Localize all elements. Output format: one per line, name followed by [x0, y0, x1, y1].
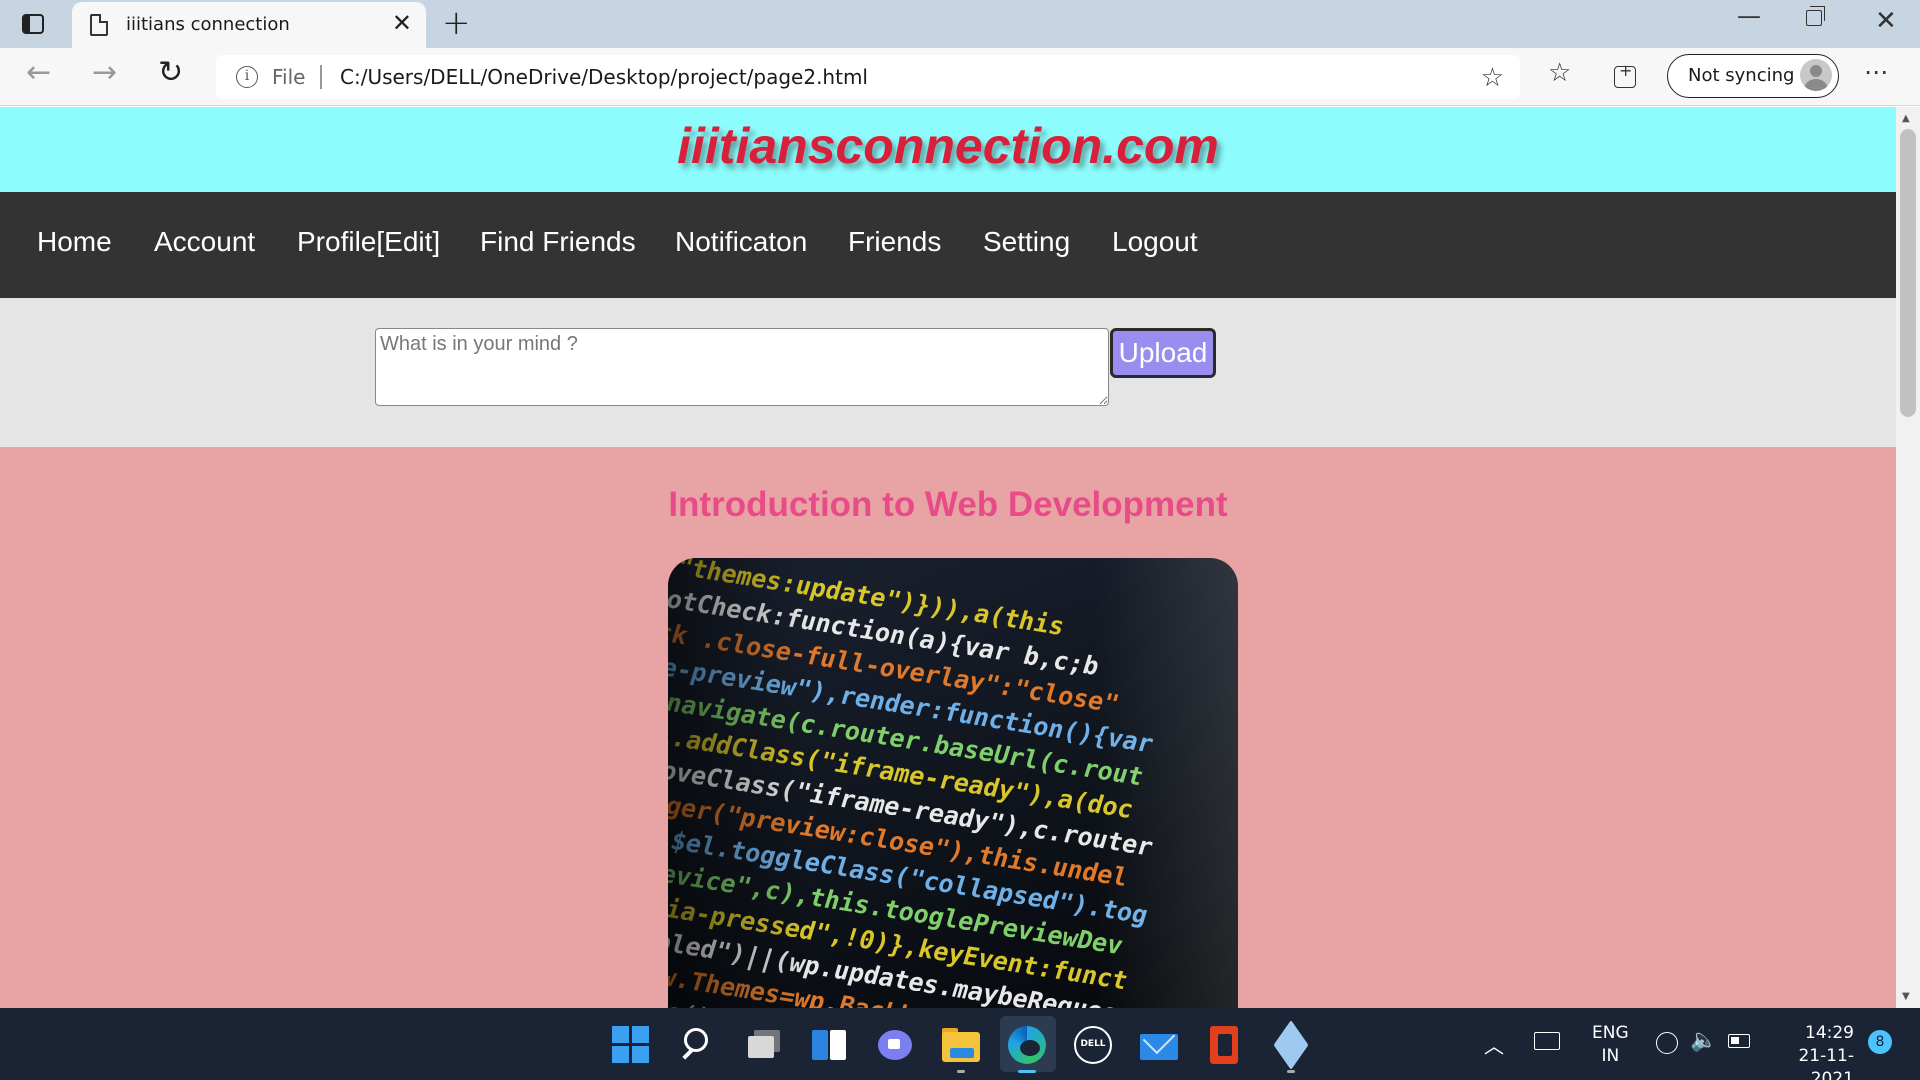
clock-date: 21-11-2021 [1798, 1046, 1854, 1080]
nav-find-friends[interactable]: Find Friends [480, 226, 636, 258]
browser-tab-bar: iiitians connection ✕ + — ✕ [0, 0, 1920, 48]
collections-icon[interactable] [1614, 63, 1636, 88]
favorites-icon[interactable]: ☆ [1548, 60, 1571, 86]
nav-profile-edit[interactable]: Profile[Edit] [297, 226, 440, 258]
nav-notification[interactable]: Notificaton [675, 226, 807, 258]
close-tab-icon[interactable]: ✕ [392, 11, 412, 35]
touch-keyboard-icon[interactable] [1534, 1032, 1560, 1050]
page-scrollbar[interactable]: ▲ ▼ [1896, 107, 1920, 1008]
3d-viewer-icon[interactable] [1272, 1020, 1310, 1070]
post-composer: Upload [0, 298, 1896, 447]
clock-time: 14:29 [1805, 1023, 1854, 1043]
running-indicator [1287, 1070, 1295, 1073]
chat-icon[interactable] [876, 1026, 914, 1064]
url-text[interactable]: C:/Users/DELL/OneDrive/Desktop/project/p… [340, 65, 868, 89]
article-title: Introduction to Web Development [668, 485, 1228, 524]
nav-friends[interactable]: Friends [848, 226, 941, 258]
minimize-icon[interactable]: — [1737, 4, 1761, 28]
site-header: iiitiansconnection.com [0, 107, 1896, 192]
active-indicator [1018, 1070, 1036, 1073]
back-icon[interactable]: ← [26, 58, 51, 88]
image-shading [668, 558, 1238, 1008]
volume-icon[interactable]: 🔈 [1690, 1028, 1717, 1080]
site-title: iiitiansconnection.com [677, 118, 1219, 174]
mail-icon[interactable] [1140, 1021, 1178, 1064]
address-bar[interactable]: i File C:/Users/DELL/OneDrive/Desktop/pr… [216, 55, 1520, 99]
show-hidden-icons-icon[interactable]: ︿ [1484, 1030, 1504, 1080]
add-favorite-icon[interactable]: ☆ [1481, 63, 1504, 93]
article-image: gger("themes:update")})),a(thiseenshotCh… [668, 558, 1238, 1008]
clock[interactable]: 14:29 21-11-2021 [1772, 1022, 1854, 1080]
file-explorer-icon[interactable] [942, 1026, 980, 1064]
address-separator [320, 65, 322, 89]
taskbar: DELL ︿ ENG IN 🔈 14:29 21-11-2021 8 [0, 1008, 1920, 1080]
tab-actions-icon[interactable] [18, 12, 50, 36]
edge-browser-icon[interactable] [1008, 1026, 1046, 1064]
running-indicator [957, 1070, 965, 1073]
address-prefix: File [272, 65, 306, 89]
post-textarea[interactable] [375, 328, 1109, 406]
profile-sync-button[interactable]: Not syncing [1667, 54, 1839, 98]
info-icon[interactable]: i [236, 66, 258, 88]
language-code: ENG [1592, 1023, 1629, 1043]
region-code: IN [1601, 1046, 1620, 1066]
start-icon[interactable] [612, 1026, 650, 1064]
nav-account[interactable]: Account [154, 226, 255, 258]
scroll-thumb[interactable] [1900, 129, 1916, 417]
widgets-icon[interactable] [810, 1026, 848, 1064]
browser-tab[interactable]: iiitians connection ✕ [72, 2, 426, 48]
sync-label: Not syncing [1688, 65, 1795, 86]
window-close-icon[interactable]: ✕ [1875, 8, 1897, 34]
office-icon[interactable] [1206, 1026, 1244, 1064]
nav-home[interactable]: Home [37, 226, 112, 258]
browser-toolbar: ← → ↻ i File C:/Users/DELL/OneDrive/Desk… [0, 48, 1920, 106]
dell-icon[interactable]: DELL [1074, 1026, 1112, 1064]
avatar [1800, 59, 1832, 91]
refresh-icon[interactable]: ↻ [158, 58, 183, 88]
scroll-up-icon[interactable]: ▲ [1902, 113, 1910, 124]
scroll-down-icon[interactable]: ▼ [1902, 991, 1910, 1002]
notification-badge[interactable]: 8 [1868, 1030, 1892, 1054]
site-nav: Home Account Profile[Edit] Find Friends … [0, 192, 1896, 298]
language-indicator[interactable]: ENG IN [1592, 1022, 1629, 1080]
battery-icon[interactable] [1728, 1034, 1750, 1048]
restore-icon[interactable] [1806, 6, 1825, 26]
search-icon[interactable] [680, 1026, 718, 1064]
network-icon[interactable] [1656, 1032, 1678, 1054]
article-section: Introduction to Web Development gger("th… [0, 447, 1896, 1008]
tab-title: iiitians connection [126, 14, 290, 35]
page-icon [90, 14, 108, 36]
nav-logout[interactable]: Logout [1112, 226, 1198, 258]
more-icon[interactable]: ⋯ [1864, 60, 1888, 84]
new-tab-icon[interactable]: + [442, 6, 471, 40]
page-viewport: iiitiansconnection.com Home Account Prof… [0, 107, 1896, 1008]
upload-button[interactable]: Upload [1110, 328, 1216, 378]
nav-setting[interactable]: Setting [983, 226, 1070, 258]
task-view-icon[interactable] [744, 1026, 782, 1064]
forward-icon[interactable]: → [92, 58, 117, 88]
